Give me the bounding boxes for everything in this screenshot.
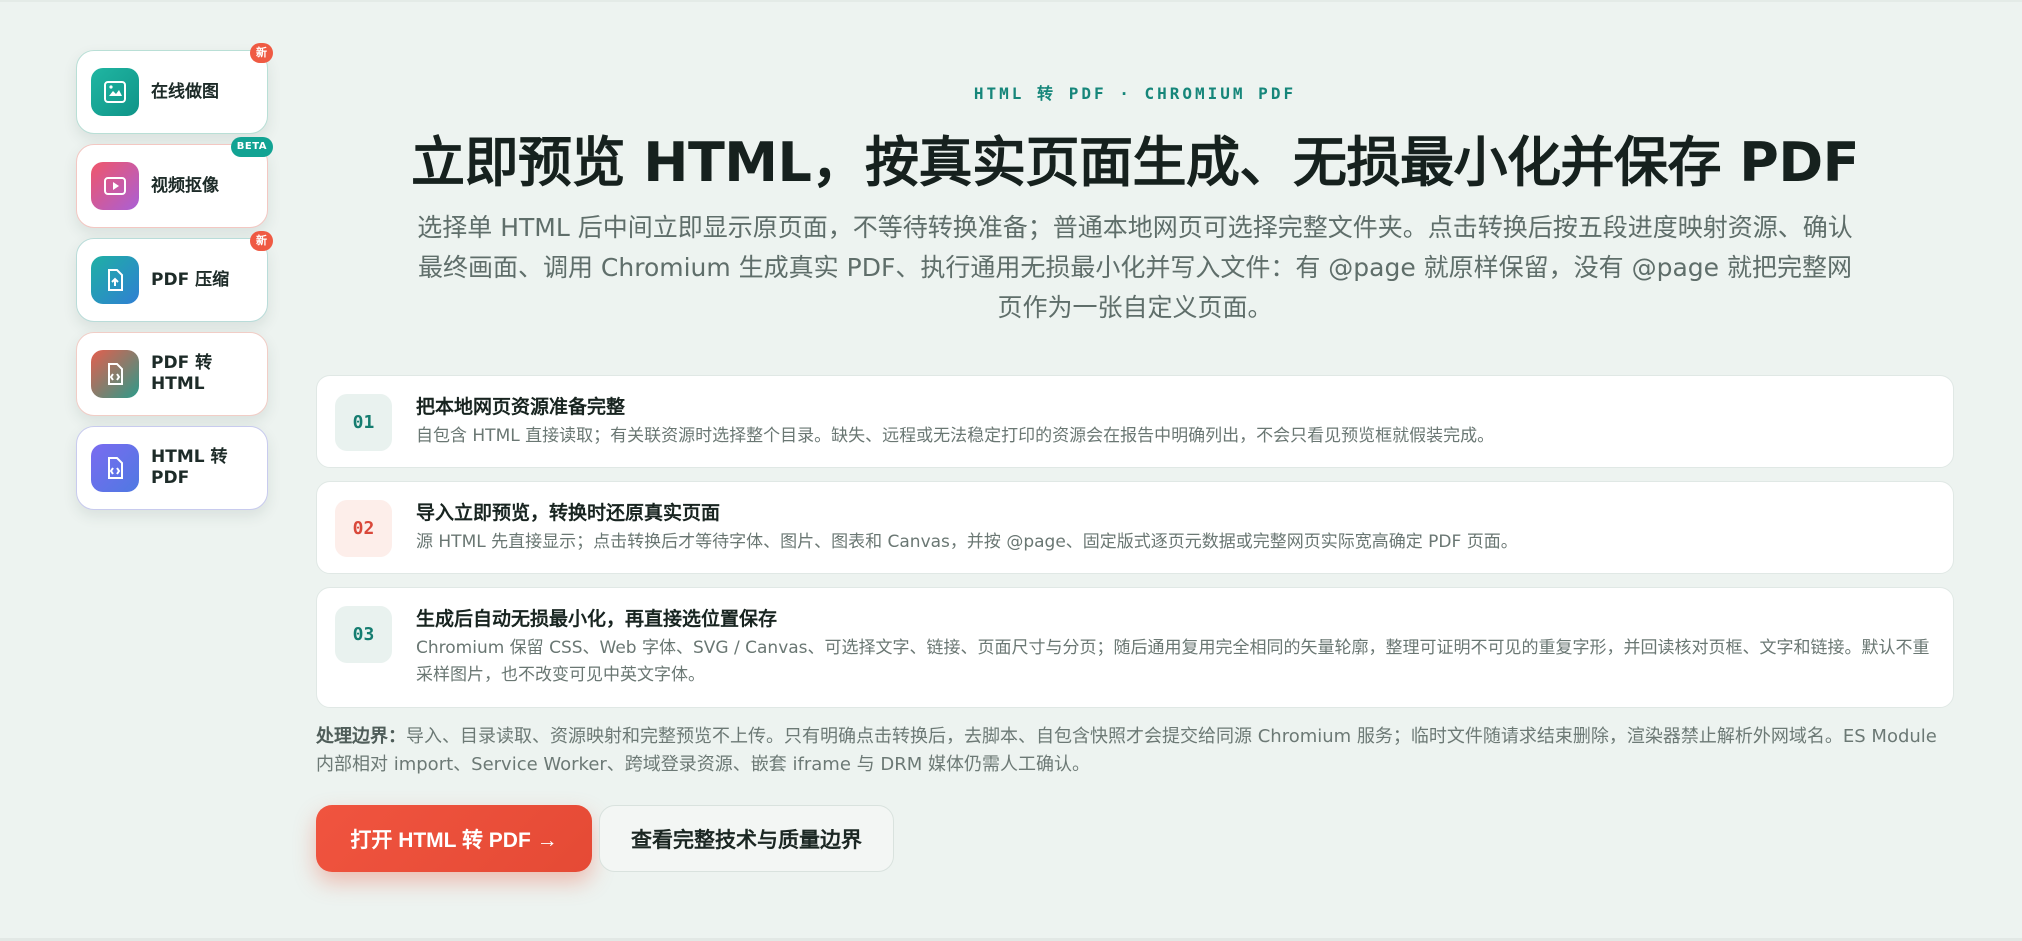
open-html-to-pdf-button[interactable]: 打开 HTML 转 PDF → (316, 805, 592, 872)
step-card: 02 导入立即预览，转换时还原真实页面 源 HTML 先直接显示；点击转换后才等… (316, 481, 1954, 574)
sidebar-item-label: 视频抠像 (151, 175, 219, 196)
file-upload-icon (91, 256, 139, 304)
step-number: 02 (335, 500, 392, 557)
step-description: 自包含 HTML 直接读取；有关联资源时选择整个目录。缺失、远程或无法稳定打印的… (416, 426, 1495, 446)
step-card: 03 生成后自动无损最小化，再直接选位置保存 Chromium 保留 CSS、W… (316, 587, 1954, 708)
steps-list: 01 把本地网页资源准备完整 自包含 HTML 直接读取；有关联资源时选择整个目… (316, 375, 1954, 721)
view-technical-boundaries-button[interactable]: 查看完整技术与质量边界 (599, 805, 894, 872)
tool-sidebar: 在线做图 新 视频抠像 BETA PDF 压缩 新 PDF 转 HTML HTM… (76, 43, 273, 520)
sidebar-item-html-to-pdf[interactable]: HTML 转 PDF (76, 426, 268, 510)
sidebar-item-pdf-to-html[interactable]: PDF 转 HTML (76, 332, 268, 416)
processing-boundary-note: 处理边界：导入、目录读取、资源映射和完整预览不上传。只有明确点击转换后，去脚本、… (316, 723, 1954, 779)
file-code-icon (91, 444, 139, 492)
step-card: 01 把本地网页资源准备完整 自包含 HTML 直接读取；有关联资源时选择整个目… (316, 375, 1954, 468)
beta-badge: BETA (230, 137, 273, 157)
sidebar-item-video-matting[interactable]: 视频抠像 BETA (76, 137, 273, 228)
step-title: 生成后自动无损最小化，再直接选位置保存 (416, 608, 778, 630)
note-label: 处理边界： (316, 726, 406, 747)
step-title: 把本地网页资源准备完整 (416, 396, 626, 418)
step-description: Chromium 保留 CSS、Web 字体、SVG / Canvas、可选择文… (416, 638, 1930, 685)
new-badge: 新 (250, 43, 273, 63)
sidebar-item-online-design[interactable]: 在线做图 新 (76, 43, 273, 134)
sidebar-item-label: 在线做图 (151, 81, 219, 102)
step-number: 01 (335, 394, 392, 451)
video-play-icon (91, 162, 139, 210)
step-title: 导入立即预览，转换时还原真实页面 (416, 502, 721, 524)
sidebar-item-pdf-compress[interactable]: PDF 压缩 新 (76, 231, 273, 322)
image-frame-icon (91, 68, 139, 116)
top-edge (0, 0, 2022, 2)
page-title: 立即预览 HTML，按真实页面生成、无损最小化并保存 PDF (410, 131, 1860, 194)
sidebar-item-label: PDF 转 HTML (151, 353, 213, 394)
hero-kicker: HTML 转 PDF · CHROMIUM PDF (973, 84, 1297, 103)
note-text: 导入、目录读取、资源映射和完整预览不上传。只有明确点击转换后，去脚本、自包含快照… (316, 726, 1937, 775)
step-description: 源 HTML 先直接显示；点击转换后才等待字体、图片、图表和 Canvas，并按… (416, 532, 1518, 552)
hero-description: 选择单 HTML 后中间立即显示原页面，不等待转换准备；普通本地网页可选择完整文… (417, 213, 1853, 322)
step-number: 03 (335, 606, 392, 663)
new-badge: 新 (250, 231, 273, 251)
sidebar-item-label: PDF 压缩 (151, 269, 230, 290)
file-code-icon (91, 350, 139, 398)
sidebar-item-label: HTML 转 PDF (151, 447, 228, 488)
